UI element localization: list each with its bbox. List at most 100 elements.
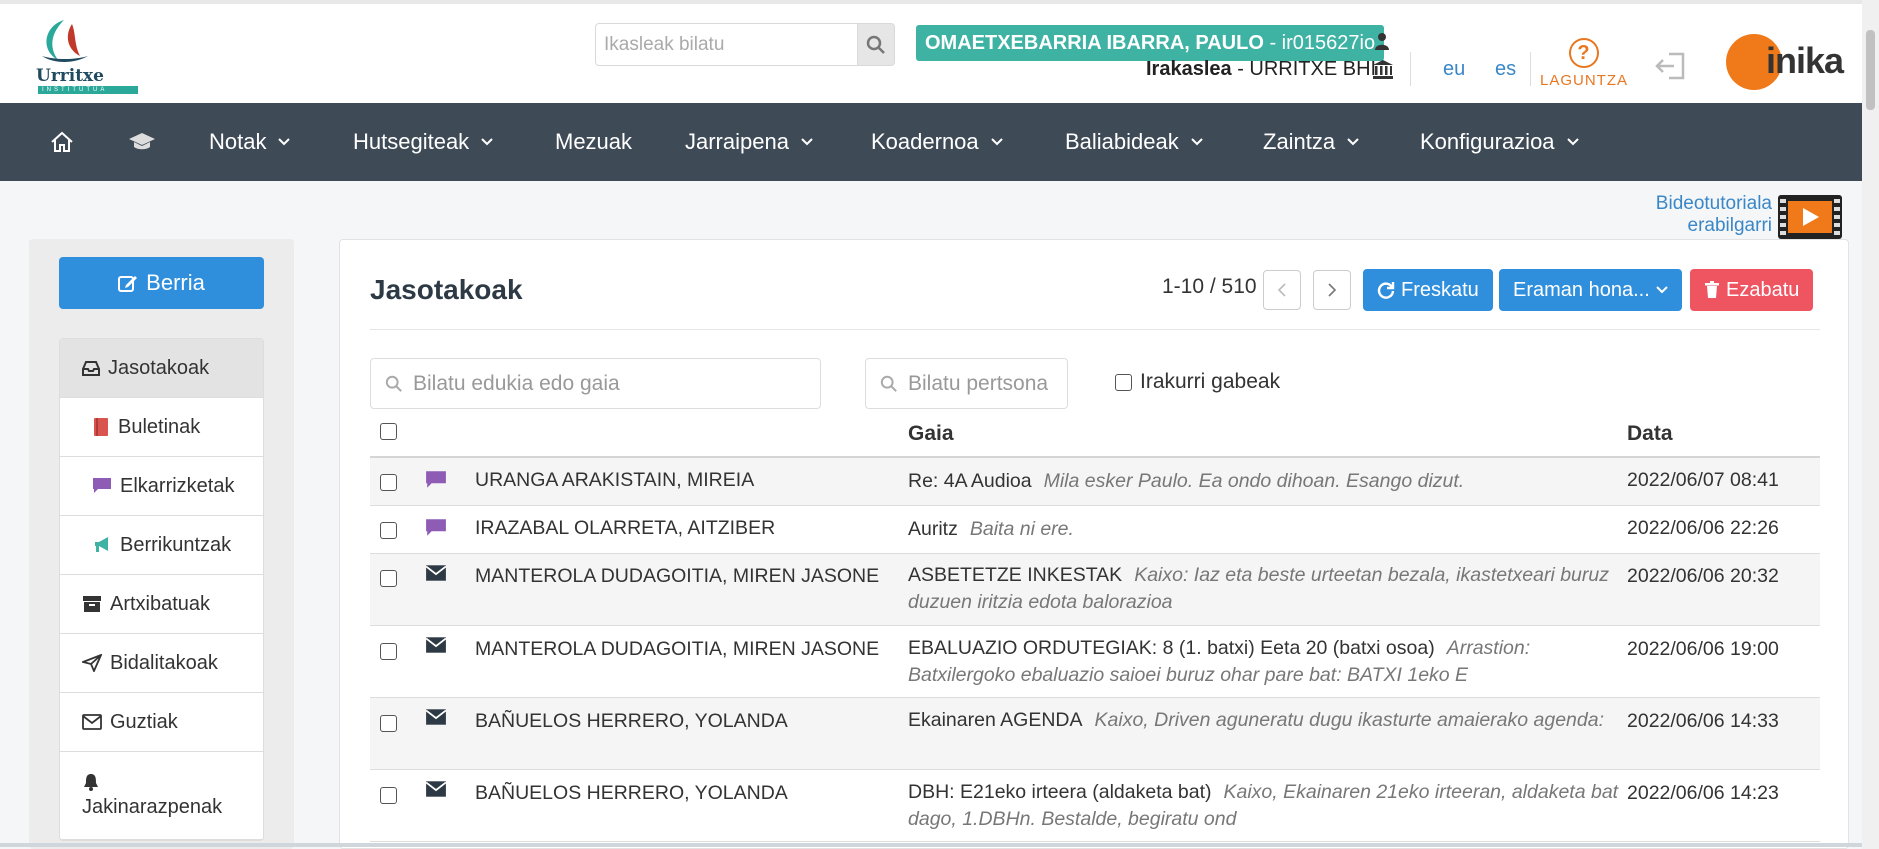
message-row[interactable]: MANTEROLA DUDAGOITIA, MIREN JASONE EBALU…: [370, 626, 1820, 698]
move-to-button[interactable]: Eraman hona...: [1499, 269, 1682, 311]
logout-icon[interactable]: [1655, 51, 1687, 81]
nav-label: Hutsegiteak: [353, 129, 470, 154]
folder-label: Jasotakoak: [108, 356, 210, 379]
prev-page-button[interactable]: [1263, 270, 1301, 310]
user-badge[interactable]: OMAETXEBARRIA IBARRA, PAULO - ir015627io: [916, 25, 1385, 61]
message-subject-text: ASBETETZE INKESTAK: [908, 564, 1123, 586]
message-row[interactable]: URANGA ARAKISTAIN, MIREIA Re: 4A Audioa M…: [370, 458, 1820, 506]
film-holes: [1780, 199, 1786, 235]
message-preview: Baita ni ere.: [969, 518, 1074, 540]
chevron-down-icon: [1191, 138, 1203, 146]
message-subject: DBH: E21eko irteera (aldaketa bat) Kaixo,…: [908, 779, 1620, 833]
nav-jarraipena[interactable]: Jarraipena: [685, 103, 813, 181]
message-preview: Kaixo, Driven aguneratu dugu ikasturte a…: [1094, 709, 1605, 731]
next-page-button[interactable]: [1313, 270, 1351, 310]
person-search-field[interactable]: Bilatu pertsona: [865, 358, 1068, 409]
nav-label: Jarraipena: [685, 129, 789, 154]
message-date: 2022/06/06 22:26: [1627, 517, 1779, 539]
role-label: Irakaslea: [1146, 58, 1232, 80]
search-icon: [866, 35, 885, 54]
message-row[interactable]: BAÑUELOS HERRERO, YOLANDA DBH: E21eko ir…: [370, 770, 1820, 842]
col-subject-header: Gaia: [908, 422, 954, 445]
row-checkbox[interactable]: [380, 787, 397, 804]
nav-mezuak[interactable]: Mezuak: [555, 103, 632, 181]
message-subject-text: Ekainaren AGENDA: [908, 709, 1083, 731]
search-button[interactable]: [858, 23, 895, 66]
lang-eu-link[interactable]: eu: [1443, 58, 1465, 81]
page-scrollbar[interactable]: [1862, 0, 1879, 849]
pager-count: 1-10 / 510: [1162, 275, 1257, 298]
unread-checkbox[interactable]: [1115, 373, 1132, 391]
bell-icon: [84, 774, 98, 791]
student-search-input[interactable]: [595, 23, 858, 66]
message-sender: MANTEROLA DUDAGOITIA, MIREN JASONE: [475, 638, 880, 660]
folder-berrikuntzak[interactable]: Berrikuntzak: [60, 516, 263, 575]
refresh-label: Freskatu: [1401, 278, 1479, 301]
student-search: [595, 23, 895, 66]
chat-icon: [426, 471, 446, 488]
nav-hutsegiteak[interactable]: Hutsegiteak: [353, 103, 493, 181]
nav-zaintza[interactable]: Zaintza: [1263, 103, 1359, 181]
school-logo[interactable]: Urritxe INSTITUTUA: [26, 14, 146, 94]
message-subject: Ekainaren AGENDA Kaixo, Driven aguneratu …: [908, 707, 1620, 734]
help-button[interactable]: ? LAGUNTZA: [1539, 38, 1629, 89]
megaphone-icon: [95, 537, 108, 552]
folder-jasotakoak[interactable]: Jasotakoak: [60, 339, 263, 398]
video-film-icon[interactable]: [1778, 195, 1842, 239]
user-icon: [1375, 33, 1389, 50]
nav-label: Notak: [209, 129, 267, 154]
folder-label: Elkarrizketak: [120, 474, 235, 497]
row-checkbox[interactable]: [380, 570, 397, 587]
nav-home[interactable]: [50, 103, 74, 181]
select-all-checkbox[interactable]: [380, 423, 397, 440]
row-checkbox[interactable]: [380, 522, 397, 539]
row-checkbox[interactable]: [380, 643, 397, 660]
message-date: 2022/06/06 14:23: [1627, 782, 1779, 804]
message-row[interactable]: MANTEROLA DUDAGOITIA, MIREN JASONE ASBET…: [370, 554, 1820, 626]
user-name: OMAETXEBARRIA IBARRA, PAULO: [925, 32, 1264, 54]
logo-name: Urritxe: [36, 66, 104, 86]
new-message-button[interactable]: Berria: [59, 257, 264, 309]
nav-koadernoa[interactable]: Koadernoa: [871, 103, 1003, 181]
unread-filter[interactable]: Irakurri gabeak: [1115, 370, 1280, 394]
folder-label: Berrikuntzak: [120, 533, 232, 556]
row-checkbox[interactable]: [380, 474, 397, 491]
delete-button[interactable]: Ezabatu: [1690, 269, 1814, 311]
message-row[interactable]: BAÑUELOS HERRERO, YOLANDA Ekainaren AGEN…: [370, 698, 1820, 770]
video-tutorial-line1: Bideotutoriala: [1655, 193, 1772, 214]
page-title: Jasotakoak: [370, 274, 523, 305]
move-to-label: Eraman hona...: [1513, 278, 1650, 301]
chat-icon: [426, 519, 446, 536]
video-tutorial-link[interactable]: Bideotutoriala erabilgarri: [1620, 193, 1772, 237]
nav-label: Konfigurazioa: [1420, 129, 1555, 154]
institution-icon: [1373, 60, 1393, 79]
nav-konfigurazioa[interactable]: Konfigurazioa: [1420, 103, 1579, 181]
folder-list: Jasotakoak Buletinak Elkarrizketak Berri…: [59, 338, 264, 841]
nav-notak[interactable]: Notak: [209, 103, 291, 181]
new-message-label: Berria: [146, 270, 205, 295]
nav-baliabideak[interactable]: Baliabideak: [1065, 103, 1203, 181]
nav-label: Koadernoa: [871, 129, 979, 154]
row-checkbox[interactable]: [380, 715, 397, 732]
envelope-icon: [425, 637, 447, 653]
nav-graduation[interactable]: [128, 103, 156, 181]
message-date: 2022/06/06 19:00: [1627, 638, 1779, 660]
folder-bidalitakoak[interactable]: Bidalitakoak: [60, 634, 263, 693]
refresh-button[interactable]: Freskatu: [1363, 269, 1493, 311]
folder-label: Bidalitakoak: [110, 651, 218, 674]
scrollbar-thumb[interactable]: [1866, 30, 1875, 110]
content-search-field[interactable]: Bilatu edukia edo gaia: [370, 358, 821, 409]
envelope-icon: [82, 714, 102, 730]
chevron-left-icon: [1277, 283, 1286, 297]
chevron-down-icon: [1347, 138, 1359, 146]
col-date-header: Data: [1627, 422, 1673, 445]
folder-artxibatuak[interactable]: Artxibatuak: [60, 575, 263, 634]
lang-es-link[interactable]: es: [1495, 58, 1516, 81]
folder-elkarrizketak[interactable]: Elkarrizketak: [60, 457, 263, 516]
folder-jakinarazpenak[interactable]: Jakinarazpenak: [60, 752, 263, 840]
folder-buletinak[interactable]: Buletinak: [60, 398, 263, 457]
message-subject-text: DBH: E21eko irteera (aldaketa bat): [908, 781, 1212, 803]
message-row[interactable]: IRAZABAL OLARRETA, AITZIBER Auritz Baita …: [370, 506, 1820, 554]
message-subject: EBALUAZIO ORDUTEGIAK: 8 (1. batxi) Eeta …: [908, 635, 1620, 689]
folder-guztiak[interactable]: Guztiak: [60, 693, 263, 752]
